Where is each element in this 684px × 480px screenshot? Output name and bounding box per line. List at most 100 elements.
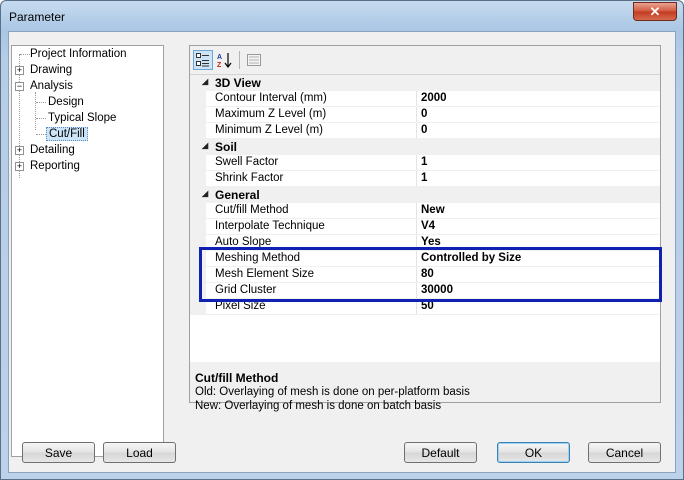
property-value[interactable]: 50 [421, 300, 434, 312]
column-divider[interactable] [416, 171, 417, 187]
close-icon: ✕ [649, 3, 661, 19]
property-row-grid-cluster[interactable]: Grid Cluster 30000 [190, 283, 660, 299]
property-value[interactable]: 1 [421, 172, 427, 184]
tree-connector [36, 134, 46, 135]
property-name: Pixel Size [215, 300, 266, 312]
collapse-triangle-icon[interactable]: ◢ [202, 141, 208, 150]
tree-item-detailing[interactable]: Detailing [28, 142, 77, 158]
property-value[interactable]: 30000 [421, 284, 453, 296]
default-button[interactable]: Default [404, 442, 477, 463]
row-gutter [190, 107, 206, 123]
property-row-shrink-factor[interactable]: Shrink Factor 1 [190, 171, 660, 187]
property-row-min-z-level[interactable]: Minimum Z Level (m) 0 [190, 123, 660, 139]
tree-item-label: Analysis [30, 80, 73, 92]
property-row-mesh-element-size[interactable]: Mesh Element Size 80 [190, 267, 660, 283]
property-row-pixel-size[interactable]: Pixel Size 50 [190, 299, 660, 315]
tree-item-reporting[interactable]: Reporting [28, 158, 82, 174]
property-pages-button[interactable] [244, 50, 264, 70]
tree-item-analysis[interactable]: Analysis [28, 78, 75, 94]
title-bar[interactable]: Parameter ✕ [1, 1, 683, 31]
row-gutter [190, 299, 206, 315]
property-row-interpolate-technique[interactable]: Interpolate Technique V4 [190, 219, 660, 235]
svg-text:Z: Z [217, 62, 222, 68]
svg-text:A: A [217, 54, 222, 61]
property-value[interactable]: Yes [421, 236, 441, 248]
expand-plus-icon[interactable]: + [15, 66, 24, 75]
tree-item-label: Detailing [30, 144, 75, 156]
property-rows: ◢ 3D View Contour Interval (mm) 2000 Max… [190, 74, 660, 362]
row-gutter [190, 91, 206, 107]
load-button[interactable]: Load [103, 442, 176, 463]
ok-button[interactable]: OK [497, 442, 570, 463]
row-gutter [190, 155, 206, 171]
property-value[interactable]: 80 [421, 268, 434, 280]
property-name: Minimum Z Level (m) [215, 124, 323, 136]
description-text: Old: Overlaying of mesh is done on per-p… [195, 386, 470, 398]
alphabetical-button[interactable]: A Z [215, 50, 235, 70]
property-row-auto-slope[interactable]: Auto Slope Yes [190, 235, 660, 251]
property-row-swell-factor[interactable]: Swell Factor 1 [190, 155, 660, 171]
property-value[interactable]: 2000 [421, 92, 447, 104]
category-label: Soil [215, 140, 238, 154]
column-divider[interactable] [416, 283, 417, 299]
column-divider[interactable] [416, 123, 417, 139]
column-divider[interactable] [416, 155, 417, 171]
category-3d-view[interactable]: ◢ 3D View [190, 75, 660, 91]
category-tree[interactable]: Project Information Drawing + Analysis −… [11, 45, 164, 457]
expand-plus-icon[interactable]: + [15, 162, 24, 171]
tree-item-project-information[interactable]: Project Information [28, 46, 129, 62]
property-name: Maximum Z Level (m) [215, 108, 327, 120]
property-value[interactable]: V4 [421, 220, 435, 232]
row-gutter [190, 171, 206, 187]
property-row-contour-interval[interactable]: Contour Interval (mm) 2000 [190, 91, 660, 107]
property-value[interactable]: New [421, 204, 445, 216]
column-divider[interactable] [416, 219, 417, 235]
column-divider[interactable] [416, 235, 417, 251]
property-name: Mesh Element Size [215, 268, 315, 280]
property-name: Contour Interval (mm) [215, 92, 327, 104]
property-name: Shrink Factor [215, 172, 284, 184]
parameter-window: Parameter ✕ Project Information Drawing … [0, 0, 684, 480]
collapse-minus-icon[interactable]: − [15, 82, 24, 91]
tree-item-typical-slope[interactable]: Typical Slope [46, 110, 118, 126]
save-button[interactable]: Save [22, 442, 95, 463]
property-pages-icon [247, 54, 261, 66]
property-row-max-z-level[interactable]: Maximum Z Level (m) 0 [190, 107, 660, 123]
column-divider[interactable] [416, 107, 417, 123]
tree-item-label: Project Information [30, 48, 127, 60]
column-divider[interactable] [416, 299, 417, 315]
column-divider[interactable] [416, 267, 417, 283]
property-value[interactable]: Controlled by Size [421, 252, 521, 264]
property-row-cut-fill-method[interactable]: Cut/fill Method New [190, 203, 660, 219]
property-value[interactable]: 0 [421, 108, 427, 120]
column-divider[interactable] [416, 91, 417, 107]
close-button[interactable]: ✕ [633, 2, 677, 21]
tree-item-label: Typical Slope [48, 112, 117, 124]
expand-plus-icon[interactable]: + [15, 146, 24, 155]
property-value[interactable]: 1 [421, 156, 427, 168]
tree-item-cut-fill[interactable]: Cut/Fill [46, 126, 88, 142]
property-name: Swell Factor [215, 156, 279, 168]
column-divider[interactable] [416, 251, 417, 267]
categorized-button[interactable] [193, 50, 213, 70]
tree-connector [36, 102, 46, 103]
window-title: Parameter [9, 10, 66, 24]
tree-item-drawing[interactable]: Drawing [28, 62, 74, 78]
property-value[interactable]: 0 [421, 124, 427, 136]
property-grid: A Z ◢ 3D View Contour Interval (mm) 2000… [189, 45, 661, 412]
row-gutter [190, 235, 206, 251]
collapse-triangle-icon[interactable]: ◢ [202, 189, 208, 198]
property-name: Grid Cluster [215, 284, 277, 296]
collapse-triangle-icon[interactable]: ◢ [202, 77, 208, 86]
property-name: Auto Slope [215, 236, 272, 248]
tree-item-design[interactable]: Design [46, 94, 86, 110]
column-divider[interactable] [416, 203, 417, 219]
tree-connector [36, 118, 46, 119]
cancel-button[interactable]: Cancel [588, 442, 661, 463]
property-row-meshing-method[interactable]: Meshing Method Controlled by Size [190, 251, 660, 267]
row-gutter [190, 267, 206, 283]
category-soil[interactable]: ◢ Soil [190, 139, 660, 155]
category-general[interactable]: ◢ General [190, 187, 660, 203]
toolbar-separator [239, 51, 240, 69]
property-grid-toolbar: A Z [190, 46, 660, 74]
